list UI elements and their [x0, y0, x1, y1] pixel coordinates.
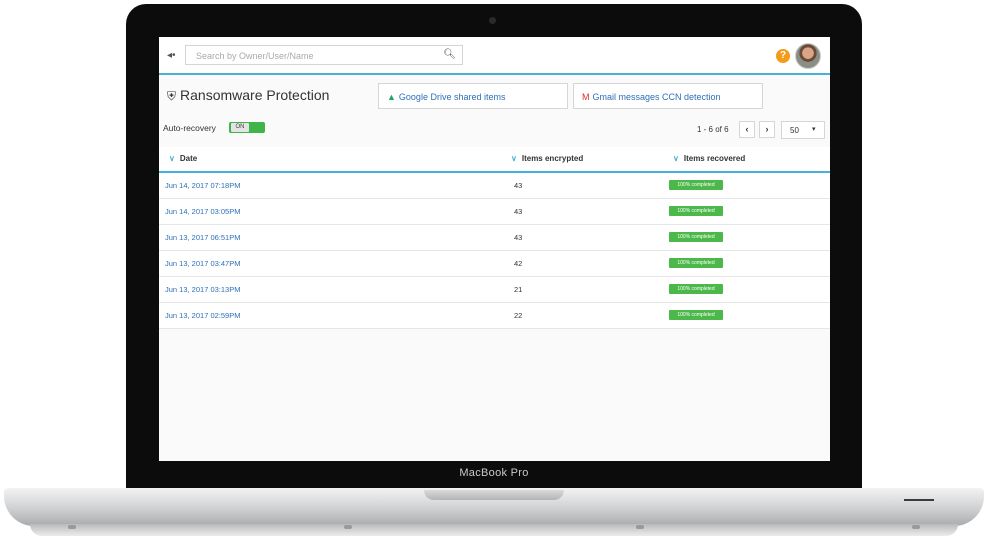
table-row: Jun 13, 2017 06:51PM 43 100% completed — [159, 225, 830, 251]
status-badge: 100% completed — [669, 284, 723, 294]
table-row: Jun 14, 2017 07:18PM 43 100% completed — [159, 173, 830, 199]
sort-chevron-icon: ∨ — [511, 154, 517, 163]
date-link[interactable]: Jun 13, 2017 03:47PM — [165, 259, 240, 268]
google-drive-icon: ▲ — [387, 92, 396, 102]
app-screen: ◂• 🔍︎ ? ⛨Ransomware Protection ▲Google D… — [159, 37, 830, 461]
tile-gmail-ccn-detection[interactable]: M Gmail messages CCN detection — [573, 83, 763, 109]
items-encrypted-value: 22 — [514, 311, 523, 320]
status-badge: 100% completed — [669, 232, 723, 242]
auto-recovery-label: Auto-recovery — [163, 123, 216, 133]
table-row: Jun 13, 2017 03:13PM 21 100% completed — [159, 277, 830, 303]
items-encrypted-value: 43 — [514, 181, 523, 190]
search-input[interactable] — [194, 47, 438, 65]
items-encrypted-value: 21 — [514, 285, 523, 294]
items-encrypted-value: 42 — [514, 259, 523, 268]
tile-google-drive-shared-items[interactable]: ▲ Google Drive shared items — [378, 83, 568, 109]
sort-chevron-icon: ∨ — [673, 154, 679, 163]
column-header-label: Date — [179, 154, 198, 163]
search-box: 🔍︎ — [185, 45, 463, 65]
laptop-brand-label: MacBook Pro — [459, 467, 529, 479]
main-content: ⛨ Ransomware Protection ▲ Google Drive sha… — [159, 75, 830, 461]
status-badge: 100% completed — [669, 206, 723, 216]
column-header-date[interactable]: ∨ Date — [169, 154, 197, 163]
per-page-value: 50 — [790, 126, 799, 135]
camera-icon — [489, 17, 496, 24]
laptop-foot — [636, 525, 644, 529]
top-bar: ◂• 🔍︎ ? — [159, 37, 830, 75]
help-icon[interactable]: ? — [776, 49, 790, 63]
search-icon[interactable]: 🔍︎ — [443, 49, 456, 60]
gmail-icon: M — [582, 92, 590, 102]
column-header-items-encrypted[interactable]: ∨ Items encrypted — [511, 154, 583, 163]
column-header-label: Items recovered — [683, 154, 746, 163]
next-page-button[interactable]: › — [759, 121, 775, 138]
auto-recovery-toggle[interactable]: ON — [229, 122, 265, 133]
table-row: Jun 13, 2017 02:59PM 22 100% completed — [159, 303, 830, 329]
toggle-state-label: ON — [231, 123, 249, 132]
table-row: Jun 14, 2017 03:05PM 43 100% completed — [159, 199, 830, 225]
tile-label: Google Drive shared items — [398, 92, 506, 102]
chevron-down-icon: ▾ — [812, 126, 816, 133]
date-link[interactable]: Jun 14, 2017 07:18PM — [165, 181, 240, 190]
laptop-foot — [344, 525, 352, 529]
previous-page-button[interactable]: ‹ — [739, 121, 755, 138]
sleep-indicator-light — [904, 499, 934, 501]
date-link[interactable]: Jun 13, 2017 06:51PM — [165, 233, 240, 242]
table-row: Jun 13, 2017 03:47PM 42 100% completed — [159, 251, 830, 277]
items-encrypted-value: 43 — [514, 233, 523, 242]
column-header-label: Items encrypted — [521, 154, 584, 163]
tile-label: Gmail messages CCN detection — [592, 92, 721, 102]
page-title: ⛨ Ransomware Protection — [167, 87, 329, 104]
laptop-base-edge — [30, 524, 958, 536]
date-link[interactable]: Jun 13, 2017 03:13PM — [165, 285, 240, 294]
status-badge: 100% completed — [669, 310, 723, 320]
table-header: ∨ Date ∨ Items encrypted ∨ Items recovered — [159, 147, 830, 173]
date-link[interactable]: Jun 13, 2017 02:59PM — [165, 311, 240, 320]
status-badge: 100% completed — [669, 258, 723, 268]
pagination-range: 1 - 6 of 6 — [697, 125, 729, 134]
page-title-text: Ransomware Protection — [180, 87, 330, 103]
menu-toggle-icon[interactable]: ◂• — [167, 50, 176, 61]
shield-icon: ⛨ — [167, 89, 177, 103]
status-badge: 100% completed — [669, 180, 723, 190]
per-page-select[interactable]: 50 ▾ — [781, 121, 825, 139]
column-header-items-recovered[interactable]: ∨ Items recovered — [673, 154, 745, 163]
recovery-table: ∨ Date ∨ Items encrypted ∨ Items recovered … — [159, 147, 830, 329]
items-encrypted-value: 43 — [514, 207, 523, 216]
laptop-foot — [68, 525, 76, 529]
date-link[interactable]: Jun 14, 2017 03:05PM — [165, 207, 240, 216]
laptop-foot — [912, 525, 920, 529]
avatar[interactable] — [795, 43, 821, 69]
sort-chevron-icon: ∨ — [169, 154, 175, 163]
laptop-opening-notch — [424, 490, 564, 500]
